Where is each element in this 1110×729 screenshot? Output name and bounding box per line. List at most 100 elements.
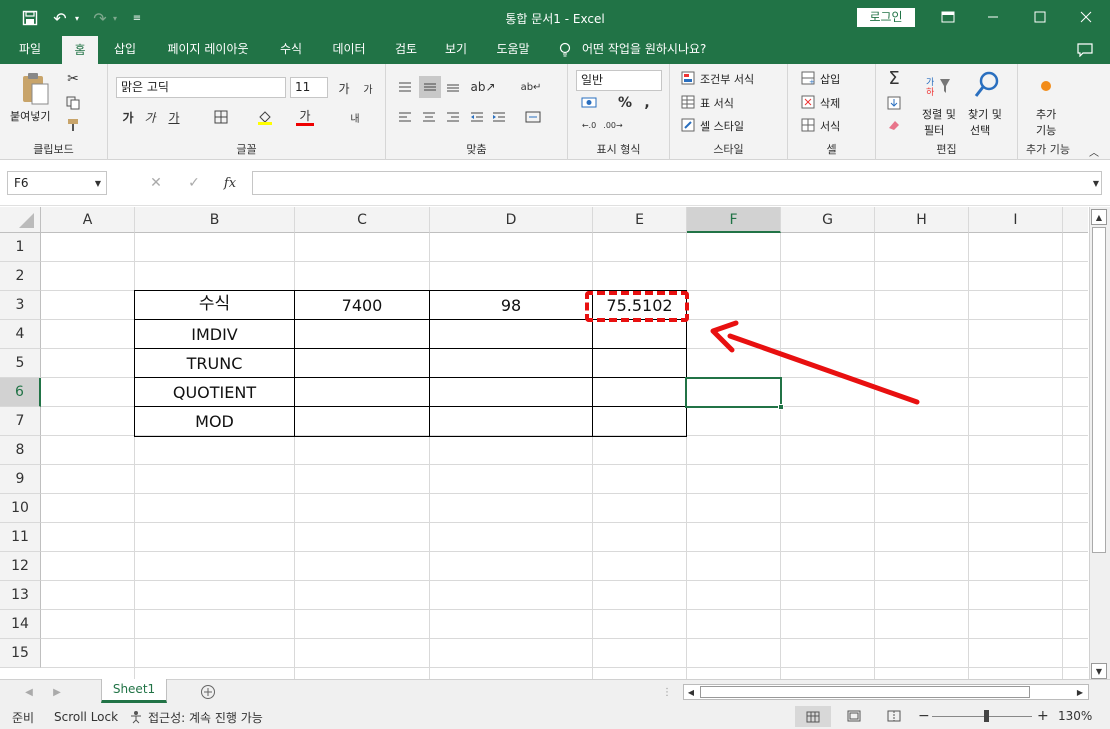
insert-cells-button[interactable]: 삽입 (820, 71, 840, 87)
zoom-level[interactable]: 130% (1058, 709, 1092, 723)
conditional-format-icon[interactable] (680, 70, 696, 86)
column-header-g[interactable]: G (781, 207, 875, 233)
ribbon-display-icon[interactable] (940, 9, 956, 25)
find-select-label-2[interactable]: 선택 (970, 122, 990, 138)
sort-filter-label-1[interactable]: 정렬 및 (922, 106, 956, 122)
row-header-5[interactable]: 5 (0, 349, 41, 378)
align-top-icon[interactable] (396, 78, 414, 96)
align-left-icon[interactable] (396, 108, 414, 126)
align-middle-icon[interactable] (419, 76, 441, 98)
format-painter-icon[interactable] (64, 116, 82, 134)
fill-icon[interactable] (884, 94, 904, 112)
undo-icon[interactable]: ↶ (50, 8, 70, 28)
font-color-icon[interactable]: 가 (296, 108, 314, 126)
login-button[interactable]: 로그인 (857, 8, 915, 27)
increase-indent-icon[interactable] (490, 108, 508, 126)
addins-label-2[interactable]: 기능 (1036, 122, 1056, 138)
zoom-out-button[interactable]: − (918, 708, 930, 724)
tab-home[interactable]: 홈 (62, 36, 98, 64)
sheet-tab-sheet1[interactable]: Sheet1 (101, 679, 167, 703)
cell-styles-icon[interactable] (680, 117, 696, 133)
number-format-select[interactable]: 일반 (576, 70, 662, 91)
decrease-decimal-icon[interactable]: .00→ (602, 116, 624, 134)
scroll-down-icon[interactable]: ▼ (1091, 663, 1107, 679)
font-size-select[interactable]: 11 (290, 77, 328, 98)
addins-label-1[interactable]: 추가 (1036, 106, 1056, 122)
percent-style-button[interactable]: % (616, 94, 634, 112)
fill-color-icon[interactable] (256, 108, 274, 126)
column-header-e[interactable]: E (593, 207, 687, 233)
delete-cells-icon[interactable] (800, 94, 816, 110)
cell-b6[interactable]: QUOTIENT (135, 378, 294, 407)
wrap-text-icon[interactable]: ab↵ (520, 78, 542, 96)
row-header-14[interactable]: 14 (0, 610, 41, 639)
row-header-7[interactable]: 7 (0, 407, 41, 436)
align-center-icon[interactable] (420, 108, 438, 126)
cell-b5[interactable]: TRUNC (135, 349, 294, 378)
status-accessibility[interactable]: 접근성: 계속 진행 가능 (148, 709, 263, 726)
new-sheet-icon[interactable] (199, 683, 217, 701)
italic-button[interactable]: 가 (142, 108, 158, 126)
column-header-d[interactable]: D (430, 207, 593, 233)
format-as-table-icon[interactable] (680, 94, 696, 110)
autosum-icon[interactable]: Σ (884, 68, 904, 89)
paste-button[interactable]: 붙여넣기 (10, 108, 50, 124)
addins-icon[interactable] (1038, 78, 1054, 94)
split-handle-icon[interactable]: ⋮ (662, 684, 672, 700)
page-layout-view-icon[interactable] (845, 708, 863, 724)
active-cell-f6[interactable] (685, 377, 782, 408)
format-cells-icon[interactable] (800, 117, 816, 133)
fill-handle[interactable] (778, 404, 784, 410)
font-name-select[interactable]: 맑은 고딕 (116, 77, 286, 98)
row-header-3[interactable]: 3 (0, 291, 41, 320)
bold-button[interactable]: 가 (120, 108, 136, 126)
name-box-dropdown-icon[interactable]: ▼ (92, 176, 104, 190)
orientation-icon[interactable]: ab↗ (470, 78, 495, 96)
normal-view-icon[interactable] (795, 706, 831, 727)
tab-insert[interactable]: 삽입 (106, 36, 144, 64)
accessibility-icon[interactable] (128, 709, 144, 725)
column-header-j[interactable] (1063, 207, 1088, 233)
prev-sheet-icon[interactable]: ◀ (22, 684, 36, 700)
grow-font-icon[interactable]: 가 (334, 78, 354, 98)
row-header-12[interactable]: 12 (0, 552, 41, 581)
find-select-icon[interactable] (972, 70, 1002, 100)
tab-page-layout[interactable]: 페이지 레이아웃 (158, 36, 258, 64)
maximize-icon[interactable] (1032, 9, 1048, 25)
cell-styles-button[interactable]: 셀 스타일 (700, 118, 744, 134)
clear-icon[interactable] (884, 116, 904, 134)
delete-cells-button[interactable]: 삭제 (820, 95, 840, 111)
scroll-left-icon[interactable]: ◀ (684, 685, 698, 699)
find-select-label-1[interactable]: 찾기 및 (968, 106, 1002, 122)
zoom-slider[interactable] (932, 716, 1032, 717)
row-header-2[interactable]: 2 (0, 262, 41, 291)
page-break-view-icon[interactable] (885, 708, 903, 724)
tab-help[interactable]: 도움말 (488, 36, 538, 64)
column-header-b[interactable]: B (135, 207, 295, 233)
paste-icon[interactable] (18, 70, 52, 106)
insert-cells-icon[interactable]: + (800, 70, 816, 86)
underline-button[interactable]: 가 (166, 108, 182, 126)
row-header-10[interactable]: 10 (0, 494, 41, 523)
save-icon[interactable] (20, 8, 40, 28)
row-header-1[interactable]: 1 (0, 233, 41, 262)
border-icon[interactable] (212, 108, 230, 126)
column-header-i[interactable]: I (969, 207, 1063, 233)
comments-icon[interactable] (1076, 41, 1094, 59)
select-all-corner[interactable] (0, 207, 41, 233)
worksheet-grid[interactable]: A B C D E F G H I 1 2 3 4 5 6 7 8 9 10 1… (0, 207, 1110, 679)
row-header-15[interactable]: 15 (0, 639, 41, 668)
vertical-scroll-thumb[interactable] (1092, 227, 1106, 553)
tab-review[interactable]: 검토 (388, 36, 424, 64)
conditional-format-button[interactable]: 조건부 서식 (700, 71, 754, 87)
cell-d3[interactable]: 98 (430, 291, 592, 320)
row-header-6[interactable]: 6 (0, 378, 41, 407)
tab-file[interactable]: 파일 (10, 36, 50, 64)
column-header-c[interactable]: C (295, 207, 430, 233)
column-header-a[interactable]: A (41, 207, 135, 233)
cell-b3[interactable]: 수식 (135, 290, 294, 319)
row-header-13[interactable]: 13 (0, 581, 41, 610)
tab-data[interactable]: 데이터 (324, 36, 374, 64)
customize-toolbar-icon[interactable]: ≡ (130, 8, 144, 28)
accounting-format-icon[interactable] (578, 94, 602, 112)
